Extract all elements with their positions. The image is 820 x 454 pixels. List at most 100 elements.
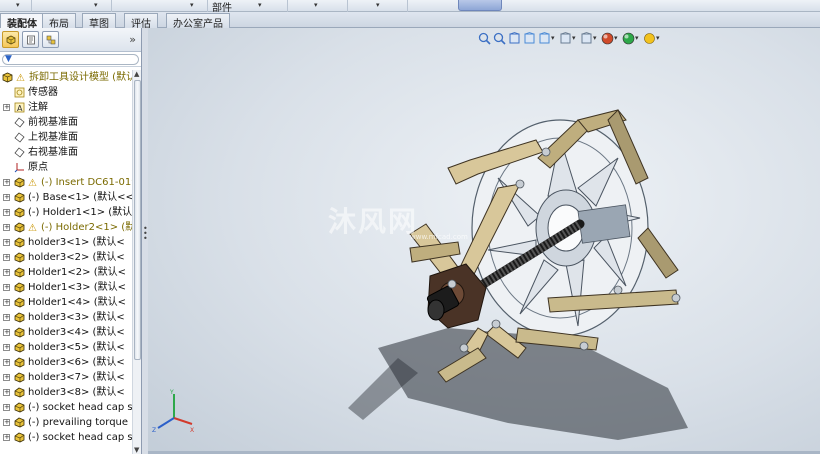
annotation-icon: A <box>14 102 25 113</box>
assembly-model-view <box>348 109 688 440</box>
tree-item[interactable]: + holder3<2> (默认< <box>0 250 132 265</box>
tree-item[interactable]: + holder3<3> (默认< <box>0 310 132 325</box>
part-icon <box>14 342 25 353</box>
tree-item[interactable]: 上视基准面 <box>0 130 132 145</box>
tree-item[interactable]: + ⚠ (-) Insert DC61-019 <box>0 175 132 190</box>
tree-item-label: 拆卸工具设计模型 (默认 <box>29 72 132 83</box>
expand-toggle-icon[interactable]: + <box>3 224 10 231</box>
manager-toolbar: » <box>0 28 141 52</box>
tree-item-label: holder3<3> (默认< <box>28 312 125 323</box>
tree-item[interactable]: + holder3<7> (默认< <box>0 370 132 385</box>
tree-item-label: holder3<5> (默认< <box>28 342 125 353</box>
command-manager-button[interactable] <box>458 0 502 11</box>
tree-item[interactable]: 原点 <box>0 160 132 175</box>
tree-item-label: 上视基准面 <box>28 132 78 143</box>
menu-dropdown-cell[interactable]: ▾ <box>238 0 288 12</box>
tab-evaluate[interactable]: 评估 <box>124 13 158 30</box>
tree-item-label: 原点 <box>28 162 48 173</box>
tree-item[interactable]: + (-) socket head cap sc <box>0 430 132 445</box>
scroll-up-icon[interactable]: ▲ <box>134 70 139 78</box>
expand-toggle-icon[interactable]: + <box>3 269 10 276</box>
scroll-thumb[interactable] <box>134 80 141 360</box>
tree-filter-input[interactable] <box>2 54 139 65</box>
tree-item-label: 右视基准面 <box>28 147 78 158</box>
tree-item-label: Holder1<4> (默认< <box>28 297 126 308</box>
tree-scrollbar[interactable]: ▲ ▼ <box>132 70 141 454</box>
tree-item[interactable]: + Holder1<2> (默认< <box>0 265 132 280</box>
tab-layout[interactable]: 布局 <box>42 13 76 30</box>
tree-item-label: (-) Insert DC61-019 <box>41 177 132 188</box>
scroll-down-icon[interactable]: ▼ <box>134 446 139 454</box>
feature-manager-icon[interactable] <box>2 31 19 48</box>
menu-dropdown-cell[interactable]: ▾ <box>112 0 208 12</box>
expand-toggle-icon[interactable]: + <box>3 209 10 216</box>
graphics-viewport[interactable]: ▾ ▾ ▾ ▾ ▾ ▾ 沐风网 www.mfcad.com Y X Z <box>148 28 820 454</box>
expand-toggle-icon[interactable]: + <box>3 314 10 321</box>
expand-toggle-icon[interactable]: + <box>3 284 10 291</box>
menu-dropdown-cell[interactable]: ▾ <box>0 0 32 12</box>
part-icon <box>14 207 25 218</box>
expand-toggle-icon[interactable]: + <box>3 404 10 411</box>
expand-toggle-icon[interactable]: + <box>3 179 10 186</box>
part-icon <box>14 237 25 248</box>
tree-item[interactable]: + holder3<8> (默认< <box>0 385 132 400</box>
tree-item[interactable]: + holder3<1> (默认< <box>0 235 132 250</box>
expand-toggle-icon[interactable]: + <box>3 434 10 441</box>
watermark-url: www.mfcad.com <box>410 233 468 241</box>
expand-toggle-icon[interactable]: + <box>3 344 10 351</box>
filter-icon[interactable]: ▼ <box>5 54 12 64</box>
tree-item[interactable]: + (-) Base<1> (默认<<默 <box>0 190 132 205</box>
tree-filter[interactable]: ▼ <box>0 53 141 67</box>
part-icon <box>14 372 25 383</box>
assembly-icon <box>2 72 13 83</box>
menu-dropdown-cell[interactable]: ▾ <box>348 0 408 12</box>
part-icon <box>14 282 25 293</box>
part-icon <box>14 267 25 278</box>
tree-item[interactable]: + ⚠ (-) Holder2<1> (默认 <box>0 220 132 235</box>
expand-toggle-icon[interactable]: + <box>3 194 10 201</box>
tab-sketch[interactable]: 草图 <box>82 13 116 30</box>
tree-item[interactable]: + Holder1<3> (默认< <box>0 280 132 295</box>
expand-toggle-icon[interactable]: + <box>3 104 10 111</box>
part-icon <box>14 297 25 308</box>
expand-toggle-icon[interactable]: + <box>3 374 10 381</box>
tree-item-label: Holder1<3> (默认< <box>28 282 126 293</box>
tree-item[interactable]: 右视基准面 <box>0 145 132 160</box>
tree-item[interactable]: + (-) prevailing torque h <box>0 415 132 430</box>
menu-dropdown-cell[interactable]: ▾ <box>288 0 348 12</box>
part-icon <box>14 222 25 233</box>
expand-toggle-icon[interactable]: + <box>3 389 10 396</box>
part-icon <box>14 192 25 203</box>
property-manager-icon[interactable] <box>22 31 39 48</box>
expand-toggle-icon[interactable]: + <box>3 299 10 306</box>
tab-office-products[interactable]: 办公室产品 <box>166 13 230 30</box>
tree-item[interactable]: + holder3<5> (默认< <box>0 340 132 355</box>
tree-item-label: (-) Holder1<1> (默认< <box>28 207 132 218</box>
part-icon <box>14 432 25 443</box>
tree-item-label: (-) Holder2<1> (默认 <box>41 222 132 233</box>
tree-item[interactable]: 传感器 <box>0 85 132 100</box>
menu-dropdown-cell[interactable]: ▾ <box>32 0 112 12</box>
svg-text:Y: Y <box>169 389 174 396</box>
tree-item[interactable]: + Holder1<4> (默认< <box>0 295 132 310</box>
collapse-panel-icon[interactable]: » <box>129 33 136 46</box>
expand-toggle-icon[interactable]: + <box>3 359 10 366</box>
tree-item[interactable]: + (-) Holder1<1> (默认< <box>0 205 132 220</box>
expand-toggle-icon[interactable]: + <box>3 239 10 246</box>
configuration-manager-icon[interactable] <box>42 31 59 48</box>
tree-item[interactable]: + holder3<6> (默认< <box>0 355 132 370</box>
expand-toggle-icon[interactable]: + <box>3 329 10 336</box>
svg-text:Z: Z <box>152 427 156 434</box>
part-icon <box>14 417 25 428</box>
tree-item[interactable]: ⚠ 拆卸工具设计模型 (默认 <box>0 70 132 85</box>
tree-item[interactable]: 前视基准面 <box>0 115 132 130</box>
svg-text:X: X <box>190 427 194 434</box>
plane-icon <box>14 132 25 143</box>
tree-item[interactable]: + (-) socket head cap sc <box>0 400 132 415</box>
command-manager-tabs: 装配体 布局 草图 评估 办公室产品 <box>0 12 820 30</box>
expand-toggle-icon[interactable]: + <box>3 254 10 261</box>
tree-item[interactable]: + A 注解 <box>0 100 132 115</box>
tab-assembly[interactable]: 装配体 <box>0 13 44 30</box>
tree-item[interactable]: + holder3<4> (默认< <box>0 325 132 340</box>
expand-toggle-icon[interactable]: + <box>3 419 10 426</box>
